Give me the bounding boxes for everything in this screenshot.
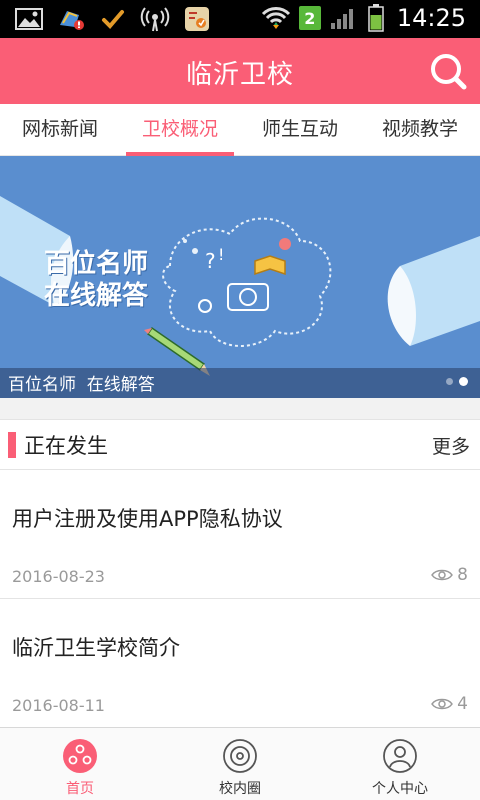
list-item[interactable]: 临沂卫生学校简介 2016-08-11 4 [0,600,480,728]
more-link[interactable]: 更多 [432,432,470,459]
eye-icon [431,698,454,710]
search-button[interactable] [428,51,468,91]
wifi-icon [261,5,291,31]
app-header: 临沂卫校 [0,38,480,104]
search-icon [431,54,467,90]
nav-home[interactable]: 首页 [0,728,160,800]
signal-icon [329,5,359,31]
checkmark-icon [98,6,128,32]
svg-text:!: ! [218,245,224,264]
status-bar-system: 2 14:25 [261,4,466,32]
battery-icon [367,4,385,32]
status-clock: 14:25 [396,4,466,32]
news-title: 用户注册及使用APP隐私协议 [12,507,283,531]
sim-slot-badge: 2 [298,6,321,30]
nav-profile[interactable]: 个人中心 [320,728,480,800]
section-accent-bar [8,432,16,458]
nav-campus-circle[interactable]: 校内圈 [160,728,320,800]
campus-circle-icon [223,739,257,773]
gallery-icon [14,6,44,32]
section-divider [0,398,480,420]
page-title: 临沂卫校 [185,60,294,90]
news-title: 临沂卫生学校简介 [12,636,180,660]
banner-caption-bar: 百位名师 在线解答 [0,368,480,398]
tab-news[interactable]: 网标新闻 [0,104,120,156]
view-count: 8 [431,565,468,585]
svg-text:?: ? [205,249,216,273]
carousel-dot-active[interactable] [459,377,468,386]
banner-headline-line2: 在线解答 [44,281,149,311]
category-tabs: 网标新闻 卫校概况 师生互动 视频教学 [0,104,480,156]
section-title: 正在发生 [24,434,108,458]
eye-icon [431,569,454,581]
tab-teacher-student-interaction[interactable]: 师生互动 [240,104,360,156]
home-icon [63,739,97,773]
banner-headline-line1: 百位名师 [44,249,149,279]
news-date: 2016-08-23 [12,567,105,586]
nav-profile-label: 个人中心 [372,781,428,797]
tab-school-overview[interactable]: 卫校概况 [120,104,240,156]
nav-campus-circle-label: 校内圈 [219,781,261,797]
view-count-value: 4 [457,694,468,714]
wifi-hotspot-icon [140,6,170,32]
view-count: 4 [431,694,468,714]
tab-video-teaching[interactable]: 视频教学 [360,104,480,156]
banner-carousel[interactable]: ? ! 百位名师 在线解答 百位名师 在线解答 [0,156,480,398]
view-count-value: 8 [457,565,468,585]
list-item[interactable]: 用户注册及使用APP隐私协议 2016-08-23 8 [0,471,480,599]
banner-headline: 百位名师 在线解答 [44,248,148,312]
carousel-indicator [446,377,468,386]
news-date: 2016-08-11 [12,696,105,715]
status-bar-notifications [14,6,212,32]
app-icon [182,6,212,32]
nav-home-label: 首页 [66,781,94,797]
app-update-icon [56,6,86,32]
profile-icon [383,739,417,773]
bottom-navigation: 首页 校内圈 个人中心 [0,727,480,800]
carousel-dot[interactable] [446,378,453,385]
status-bar: 2 14:25 [0,0,480,38]
section-header: 正在发生 更多 [0,420,480,470]
banner-caption: 百位名师 在线解答 [8,375,155,395]
